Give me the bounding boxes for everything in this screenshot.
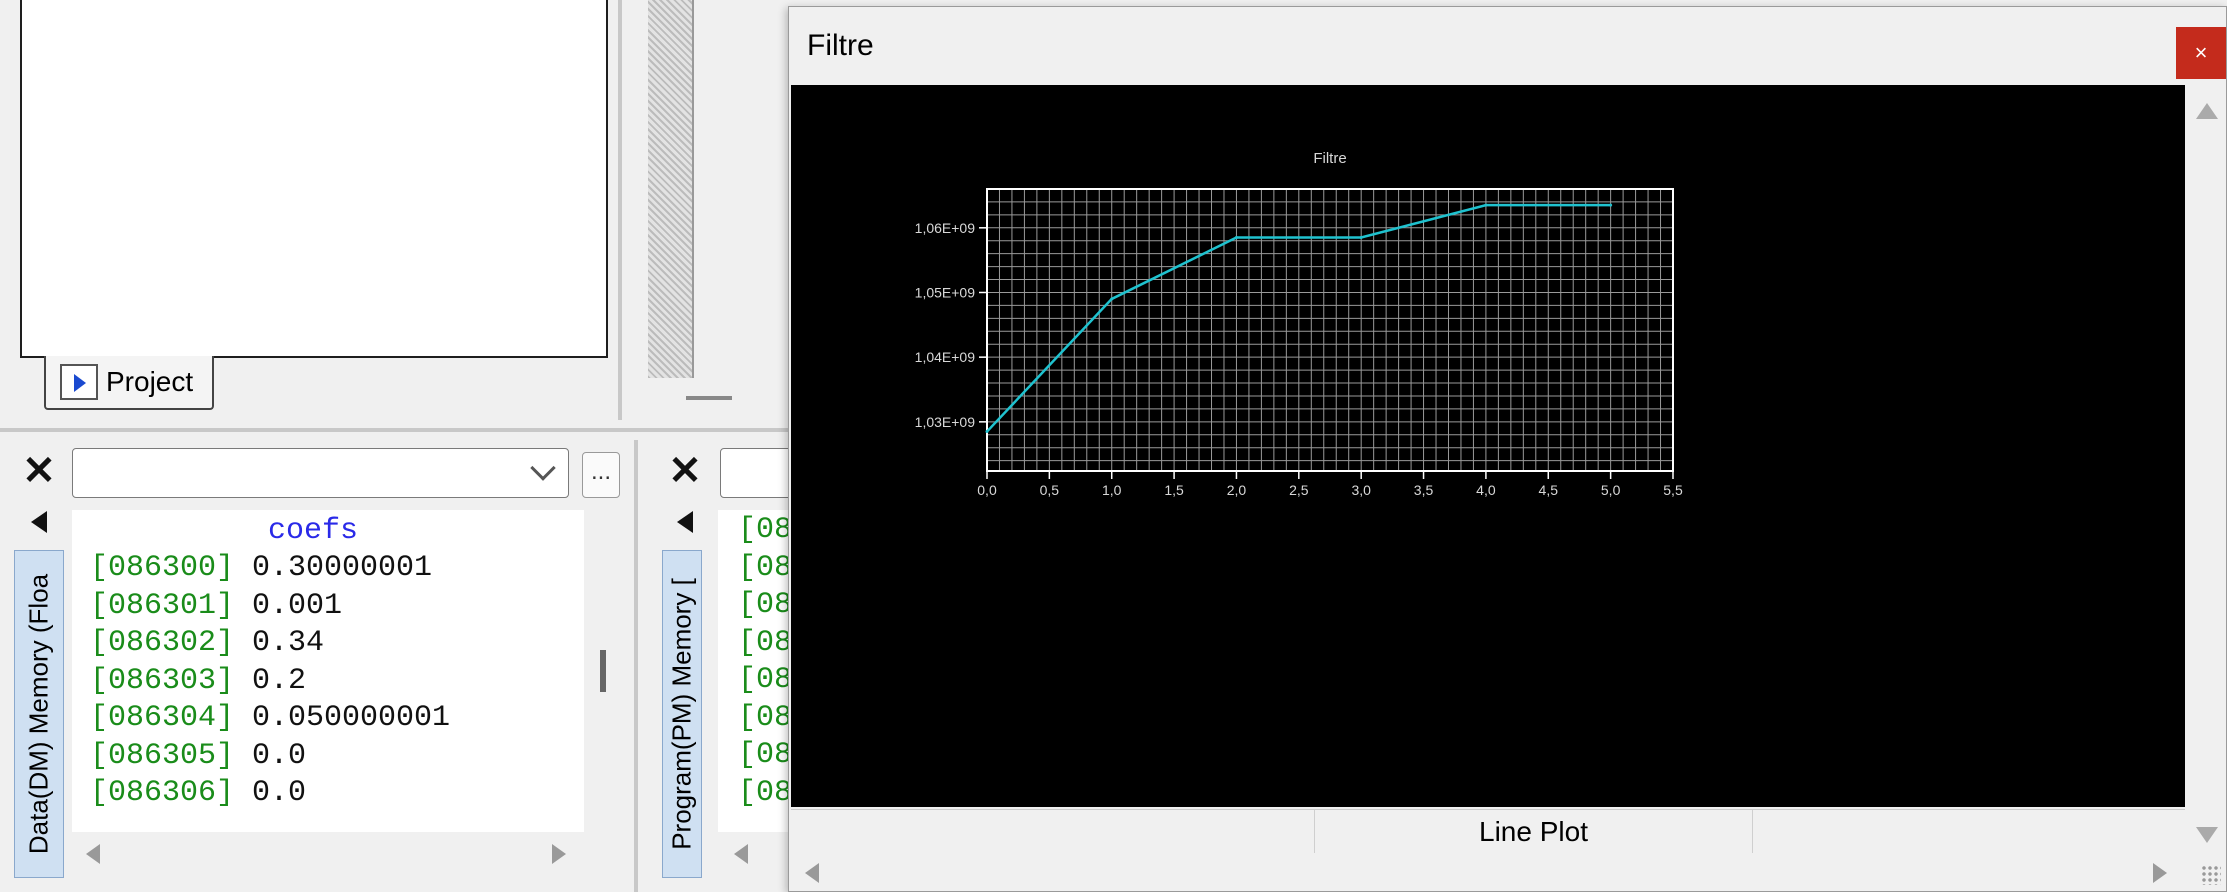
memory-address: [086301] — [90, 588, 235, 623]
data-point — [1359, 236, 1363, 240]
project-panel — [20, 0, 608, 358]
chart-title: Filtre — [1313, 150, 1346, 167]
collapse-arrow-icon[interactable] — [660, 502, 710, 542]
y-tick-label: 1,05E+09 — [915, 284, 976, 300]
pm-memory-view[interactable]: [08 [08 [08 [08 [08 [08 [08 [08 — [718, 510, 798, 832]
tab-project[interactable]: Project — [44, 356, 214, 410]
x-tick-label: 5,5 — [1663, 482, 1683, 498]
x-tick-label: 1,5 — [1164, 482, 1184, 498]
horizontal-scrollbar[interactable] — [791, 855, 2185, 891]
memory-row[interactable]: [08 — [738, 550, 792, 588]
data-point — [1234, 236, 1238, 240]
data-point — [985, 430, 989, 434]
chart-background — [791, 85, 2185, 807]
memory-row[interactable]: [08 — [738, 625, 792, 663]
scroll-down-icon[interactable] — [2196, 827, 2218, 843]
dm-memory-view[interactable]: coefs [086300] 0.30000001 [086301] 0.001 [08… — [72, 510, 584, 832]
memory-value: 0.0 — [252, 776, 307, 810]
y-tick-label: 1,03E+09 — [915, 414, 976, 430]
filtre-window[interactable]: Filtre × Filtre 0,0 0,5 1,0 1,5 2,0 2,5 3,0 3,5 4… — [788, 6, 2227, 892]
scroll-up-icon[interactable] — [2196, 103, 2218, 119]
x-tick-label: 4,5 — [1539, 482, 1559, 498]
memory-row[interactable]: [08 — [738, 512, 792, 550]
scroll-left-icon[interactable] — [805, 863, 819, 883]
x-tick-label: 3,0 — [1351, 482, 1371, 498]
y-tick-label: 1,04E+09 — [915, 349, 976, 365]
line-chart: Filtre 0,0 0,5 1,0 1,5 2,0 2,5 3,0 3,5 4,0 4,5 5,0 5… — [791, 85, 2185, 807]
y-tick-label: 1,06E+09 — [915, 220, 976, 236]
memory-row[interactable]: [086304] 0.050000001 — [90, 700, 450, 738]
browse-button[interactable]: ... — [582, 452, 620, 498]
data-point — [1484, 203, 1488, 207]
memory-address: [086306] — [90, 776, 235, 810]
memory-row[interactable]: [086302] 0.34 — [90, 625, 450, 663]
x-tick-label: 2,5 — [1289, 482, 1309, 498]
pm-panel-side-label[interactable]: Program(PM) Memory [ — [662, 550, 702, 878]
window-title: Filtre — [807, 29, 874, 62]
scroll-right-icon[interactable] — [2153, 863, 2167, 883]
memory-value: 0.050000001 — [252, 701, 451, 735]
memory-row[interactable]: [086305] 0.0 — [90, 738, 450, 776]
memory-value: 0.2 — [252, 663, 307, 698]
memory-value: 0.0 — [252, 738, 307, 773]
status-bar: Line Plot — [791, 809, 2185, 853]
x-tick-label: 4,0 — [1476, 482, 1496, 498]
divider — [618, 0, 622, 420]
panel-background — [648, 0, 694, 378]
memory-row[interactable]: [08 — [738, 587, 792, 625]
divider — [0, 428, 788, 432]
vertical-scrollbar[interactable] — [2187, 85, 2227, 857]
memory-value: 0.34 — [252, 626, 325, 660]
memory-row[interactable]: [08 — [738, 662, 792, 700]
project-icon — [60, 364, 98, 400]
memory-value: 0.001 — [252, 588, 343, 623]
data-point — [1110, 297, 1114, 301]
close-icon[interactable]: ✕ — [660, 448, 710, 494]
memory-row[interactable]: [086306] 0.0 — [90, 775, 450, 813]
x-tick-label: 2,0 — [1227, 482, 1247, 498]
x-tick-label: 0,0 — [977, 482, 997, 498]
scroll-left-icon[interactable] — [734, 844, 748, 864]
scroll-left-icon[interactable] — [86, 844, 100, 864]
memory-address: [086300] — [90, 551, 235, 585]
status-cell-right — [1753, 810, 2185, 853]
memory-symbol-header: coefs — [268, 514, 359, 548]
x-tick-label: 5,0 — [1601, 482, 1621, 498]
close-button[interactable]: × — [2176, 27, 2226, 79]
memory-address: [086304] — [90, 701, 235, 735]
memory-row[interactable]: [086301] 0.001 — [90, 588, 450, 626]
memory-address: [086305] — [90, 738, 235, 773]
divider — [634, 440, 638, 892]
dm-address-combobox[interactable] — [72, 448, 569, 498]
memory-row[interactable]: [08 — [738, 737, 792, 775]
memory-address: [086303] — [90, 663, 235, 698]
memory-row[interactable]: [08 — [738, 700, 792, 738]
vertical-scrollbar-thumb[interactable] — [600, 650, 606, 692]
memory-row[interactable]: [086303] 0.2 — [90, 663, 450, 701]
memory-row[interactable]: [08 — [738, 775, 792, 813]
chevron-down-icon — [530, 455, 556, 481]
resize-grip[interactable] — [686, 396, 732, 400]
memory-address: [086302] — [90, 626, 235, 660]
x-tick-label: 1,0 — [1102, 482, 1122, 498]
close-icon[interactable]: ✕ — [14, 448, 64, 494]
status-plot-type: Line Plot — [1315, 810, 1753, 853]
collapse-arrow-icon[interactable] — [14, 502, 64, 542]
resize-grip-icon[interactable] — [2201, 865, 2221, 885]
x-tick-label: 0,5 — [1040, 482, 1060, 498]
horizontal-scrollbar[interactable] — [72, 836, 584, 872]
memory-row[interactable]: [086300] 0.30000001 — [90, 550, 450, 588]
x-tick-label: 3,5 — [1414, 482, 1434, 498]
project-tab-label: Project — [106, 366, 194, 397]
status-cell-left — [791, 810, 1315, 853]
plot-area[interactable]: Filtre 0,0 0,5 1,0 1,5 2,0 2,5 3,0 3,5 4,0 4,5 5,0 5… — [791, 85, 2185, 807]
memory-value: 0.30000001 — [252, 551, 433, 585]
dm-panel-side-label[interactable]: Data(DM) Memory (Floa — [14, 550, 64, 878]
scroll-right-icon[interactable] — [552, 844, 566, 864]
data-point — [1609, 203, 1613, 207]
